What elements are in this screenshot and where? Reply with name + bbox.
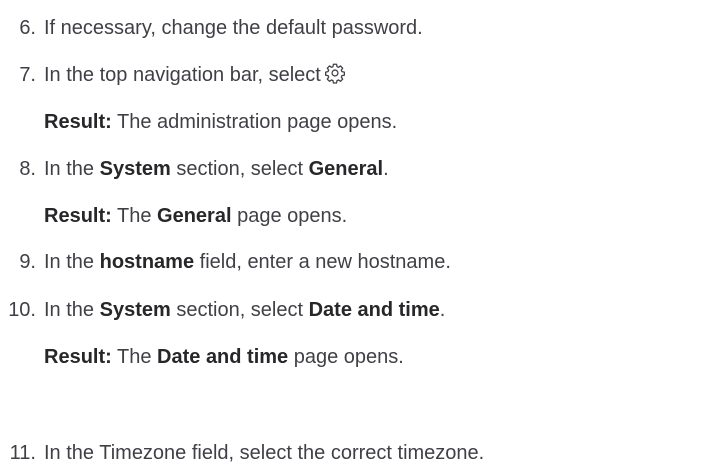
result-text: The administration page opens. xyxy=(117,111,398,133)
step-number: 10. xyxy=(8,299,36,321)
step-number: 9. xyxy=(19,251,36,273)
result-label: Result: xyxy=(44,346,112,368)
step-text: If necessary, change the default passwor… xyxy=(44,17,423,39)
gear-icon xyxy=(324,62,346,91)
step-10-result: Result: The Date and time page opens. xyxy=(44,344,404,370)
instruction-list: 6. If necessary, change the default pass… xyxy=(0,0,714,473)
result-label: Result: xyxy=(44,205,112,227)
result-text: The General page opens. xyxy=(117,205,348,227)
step-text: In the top navigation bar, select xyxy=(44,62,346,91)
step-text: In the System section, select General. xyxy=(44,158,389,180)
result-label: Result: xyxy=(44,111,112,133)
result-text: The Date and time page opens. xyxy=(117,346,404,368)
step-text: In the Timezone field, select the correc… xyxy=(44,442,485,464)
step-7-result: Result: The administration page opens. xyxy=(44,109,397,135)
step-number: 11. xyxy=(9,442,36,464)
step-8-result: Result: The General page opens. xyxy=(44,203,347,229)
step-number: 8. xyxy=(19,158,36,180)
step-text: In the System section, select Date and t… xyxy=(44,299,446,321)
step-number: 7. xyxy=(19,64,36,86)
step-number: 6. xyxy=(19,17,36,39)
step-text: In the hostname field, enter a new hostn… xyxy=(44,251,451,273)
